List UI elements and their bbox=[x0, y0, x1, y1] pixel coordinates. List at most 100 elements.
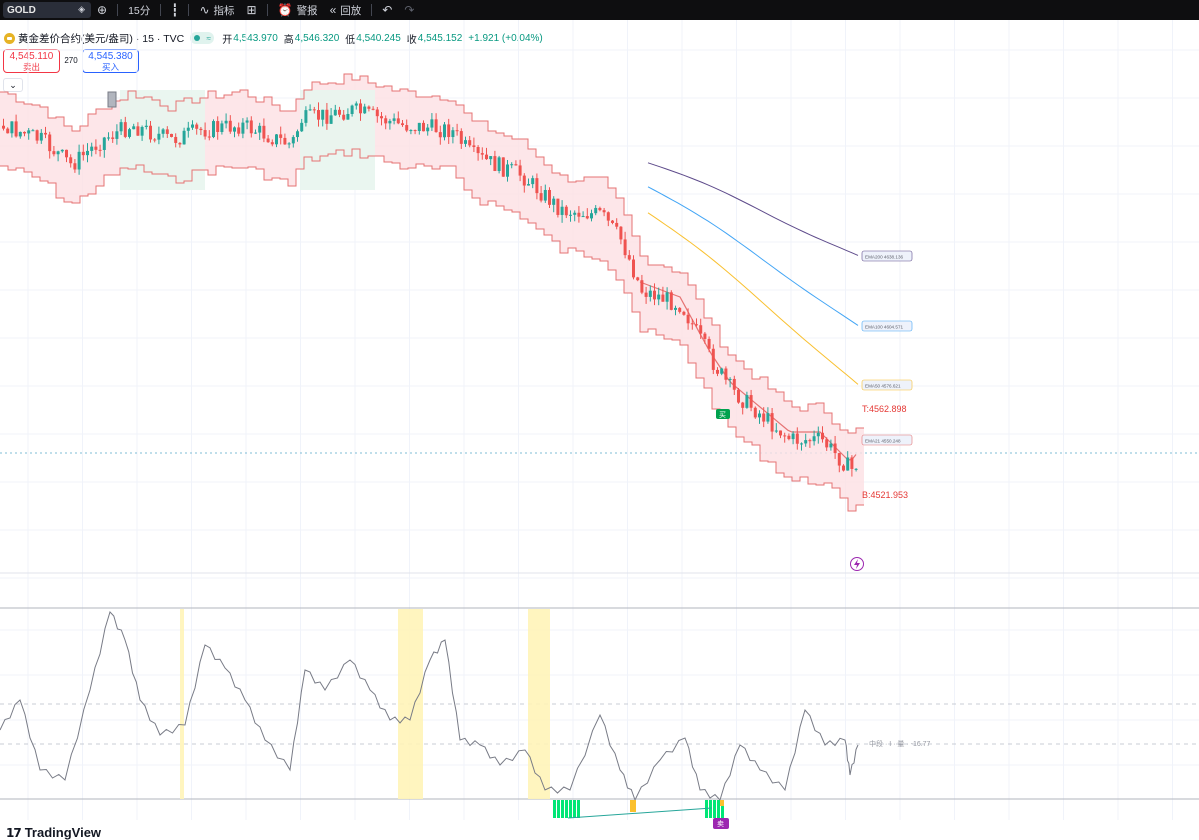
candle-body bbox=[804, 440, 808, 444]
candle-body bbox=[829, 443, 833, 448]
candle-body bbox=[485, 154, 488, 160]
candle-body bbox=[581, 216, 585, 218]
candle-body bbox=[661, 294, 665, 302]
candle-body bbox=[228, 120, 232, 132]
candle-body bbox=[266, 138, 270, 143]
osc-value-label: 中段 · I · 量 · -16.77 bbox=[869, 739, 931, 748]
candle-body bbox=[94, 146, 98, 150]
candle-body bbox=[808, 440, 812, 442]
candle-body bbox=[203, 130, 207, 137]
candle-body bbox=[191, 124, 194, 128]
candle-body bbox=[216, 121, 220, 133]
channel-band bbox=[0, 73, 864, 512]
candle-body bbox=[632, 259, 635, 278]
candle-body bbox=[329, 115, 333, 124]
candle-body bbox=[170, 133, 173, 137]
candle-body bbox=[308, 109, 312, 111]
candle-body bbox=[375, 109, 379, 117]
candle-body bbox=[132, 126, 136, 130]
candle-body bbox=[690, 323, 694, 325]
candle-body bbox=[518, 165, 522, 176]
candle-body bbox=[770, 413, 774, 432]
candle-body bbox=[2, 125, 5, 129]
candle-body bbox=[539, 193, 543, 201]
candle-body bbox=[489, 156, 493, 160]
candle-body bbox=[741, 402, 745, 408]
osc-bar bbox=[713, 800, 716, 818]
candle-body bbox=[514, 164, 518, 166]
candle-body bbox=[640, 280, 644, 293]
candle-body bbox=[73, 163, 77, 170]
candle-body bbox=[86, 150, 89, 156]
candle-body bbox=[573, 212, 577, 215]
candle-body bbox=[619, 226, 623, 240]
band-up-section bbox=[300, 90, 375, 190]
ema100-label: EMA100 4604.571 bbox=[865, 325, 904, 330]
candle-body bbox=[392, 118, 396, 121]
candle-body bbox=[837, 453, 841, 466]
candle-body bbox=[527, 184, 530, 186]
candle-body bbox=[737, 389, 740, 403]
candle-body bbox=[321, 109, 325, 120]
candle-body bbox=[560, 206, 564, 215]
candle-body bbox=[107, 137, 110, 139]
candle-body bbox=[48, 134, 52, 152]
osc-bar-yellow bbox=[720, 800, 724, 806]
candle-body bbox=[245, 120, 249, 123]
candle-body bbox=[611, 220, 614, 223]
candle-body bbox=[90, 146, 94, 151]
candle-body bbox=[384, 118, 388, 124]
candle-body bbox=[300, 122, 304, 132]
candle-body bbox=[338, 109, 341, 115]
candle-body bbox=[354, 103, 358, 106]
candle-body bbox=[186, 127, 190, 131]
candle-body bbox=[791, 433, 795, 440]
osc-highlight bbox=[398, 609, 423, 799]
candle-body bbox=[18, 131, 22, 137]
candle-body bbox=[703, 333, 707, 339]
candle-body bbox=[627, 255, 631, 260]
candle-body bbox=[464, 140, 467, 144]
candle-body bbox=[422, 122, 425, 132]
candle-body bbox=[371, 108, 375, 110]
candle-body bbox=[732, 378, 736, 390]
candle-body bbox=[615, 222, 619, 227]
candle-body bbox=[98, 149, 102, 151]
candle-body bbox=[165, 129, 169, 134]
candle-body bbox=[480, 153, 484, 155]
candle-body bbox=[342, 114, 346, 120]
candle-body bbox=[430, 119, 434, 128]
candle-body bbox=[468, 140, 472, 146]
candle-body bbox=[363, 106, 367, 114]
candle-body bbox=[241, 122, 245, 134]
candle-body bbox=[31, 130, 35, 132]
ema200-label: EMA200 4638.136 bbox=[865, 255, 904, 260]
osc-highlight bbox=[528, 609, 550, 799]
candle-body bbox=[123, 122, 127, 137]
tradingview-watermark[interactable]: 𝟭𝟳 TradingView bbox=[6, 825, 101, 840]
candle-body bbox=[14, 121, 18, 137]
candle-body bbox=[69, 157, 73, 164]
candle-body bbox=[606, 212, 610, 221]
price-chart[interactable]: 卖 中段 · I · 量 · -16.77 EMA200 4638.136 EMA1… bbox=[0, 0, 1199, 840]
candle-body bbox=[548, 189, 551, 205]
candle-body bbox=[762, 413, 766, 422]
ema50-label: EMA50 4576.621 bbox=[865, 384, 901, 389]
tradingview-logo-icon: 𝟭𝟳 bbox=[6, 825, 22, 840]
osc-bar bbox=[569, 800, 572, 818]
osc-bar bbox=[705, 800, 708, 818]
candle-body bbox=[854, 468, 858, 470]
candle-body bbox=[569, 214, 572, 216]
marker-box bbox=[107, 91, 117, 108]
osc-highlight bbox=[180, 609, 184, 799]
osc-bar bbox=[557, 800, 560, 818]
candle-body bbox=[543, 189, 547, 201]
candle-body bbox=[745, 395, 749, 408]
candle-body bbox=[417, 122, 421, 131]
candle-body bbox=[749, 395, 753, 408]
osc-bar bbox=[553, 800, 556, 818]
candle-body bbox=[795, 433, 799, 444]
candle-body bbox=[472, 145, 476, 148]
candle-body bbox=[669, 292, 673, 310]
candle-body bbox=[199, 128, 203, 131]
